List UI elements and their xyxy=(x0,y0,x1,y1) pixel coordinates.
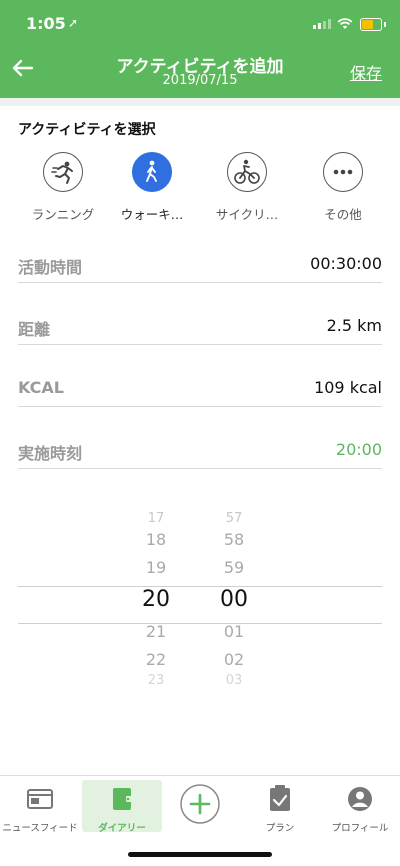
distance-value: 2.5 km xyxy=(326,316,382,335)
picker-minute: 57 xyxy=(225,511,243,526)
picker-hour: 17 xyxy=(147,511,165,526)
page-date: 2019/07/15 xyxy=(162,73,238,88)
app-header: 1:05 ➚ アクティビティを追加 2019/07/15 保存 xyxy=(0,0,400,98)
minute-wheel[interactable]: 57 58 59 00 01 02 03 xyxy=(204,512,264,688)
tab-profile-label: プロフィール xyxy=(331,823,389,834)
more-icon xyxy=(323,152,363,192)
activity-walking[interactable]: ウォーキ… xyxy=(107,152,197,223)
start-time-row[interactable]: 実施時刻 20:00 xyxy=(18,438,382,469)
picker-hour: 18 xyxy=(145,530,167,549)
diary-icon xyxy=(113,788,133,810)
tab-newsfeed-label: ニュースフィード xyxy=(2,823,78,834)
duration-row[interactable]: 活動時間 00:30:00 xyxy=(18,252,382,283)
profile-icon xyxy=(348,787,372,811)
time-picker[interactable]: 17 18 19 20 21 22 23 57 58 59 00 01 02 0… xyxy=(0,512,400,702)
wifi-icon xyxy=(337,18,353,29)
activity-cycling-label: サイクリ… xyxy=(215,207,279,222)
tab-plan[interactable]: プラン xyxy=(240,780,320,834)
distance-row[interactable]: 距離 2.5 km xyxy=(18,314,382,345)
kcal-row[interactable]: KCAL 109 kcal xyxy=(18,376,382,407)
activity-section-label: アクティビティを選択 xyxy=(18,122,156,138)
activity-other-label: その他 xyxy=(324,207,362,222)
duration-value: 00:30:00 xyxy=(310,254,382,273)
activity-running[interactable]: ランニング xyxy=(18,152,108,223)
start-time-value: 20:00 xyxy=(335,440,382,459)
picker-hour-selected: 20 xyxy=(142,587,170,612)
location-arrow-icon: ➚ xyxy=(68,16,79,30)
activity-cycling[interactable]: サイクリ… xyxy=(202,152,292,223)
tab-newsfeed[interactable]: ニュースフィード xyxy=(0,780,80,834)
duration-label: 活動時間 xyxy=(18,258,83,277)
home-indicator xyxy=(128,852,272,857)
header-divider xyxy=(0,98,400,106)
picker-minute: 58 xyxy=(223,530,245,549)
activity-walking-label: ウォーキ… xyxy=(120,207,184,222)
picker-hour: 21 xyxy=(145,622,167,641)
kcal-label: KCAL xyxy=(18,378,64,397)
tab-plan-label: プラン xyxy=(265,823,295,834)
picker-minute: 02 xyxy=(223,650,245,669)
tab-bar: ニュースフィード ダイアリー プラン プロフィール xyxy=(0,775,400,842)
hour-wheel[interactable]: 17 18 19 20 21 22 23 xyxy=(126,512,186,688)
distance-label: 距離 xyxy=(18,320,51,339)
picker-hour: 23 xyxy=(147,673,165,688)
picker-selection-band xyxy=(18,586,382,624)
tab-diary[interactable]: ダイアリー xyxy=(82,780,162,834)
picker-minute: 03 xyxy=(225,673,243,688)
picker-hour: 19 xyxy=(145,558,167,577)
tab-diary-label: ダイアリー xyxy=(98,823,146,834)
activity-other[interactable]: その他 xyxy=(298,152,388,223)
clipboard-check-icon xyxy=(270,785,290,811)
kcal-value: 109 kcal xyxy=(314,378,382,397)
cellular-signal-icon xyxy=(313,19,331,29)
newsfeed-icon xyxy=(27,789,53,809)
picker-minute: 59 xyxy=(223,558,245,577)
cycling-icon xyxy=(227,152,267,192)
start-time-label: 実施時刻 xyxy=(18,444,83,463)
status-time: 1:05 xyxy=(26,14,66,33)
status-bar: 1:05 ➚ xyxy=(0,12,400,36)
add-plus-icon xyxy=(180,784,220,824)
picker-hour: 22 xyxy=(145,650,167,669)
activity-running-label: ランニング xyxy=(31,207,95,222)
battery-icon xyxy=(360,18,386,31)
walking-icon xyxy=(132,152,172,192)
picker-minute: 01 xyxy=(223,622,245,641)
picker-minute-selected: 00 xyxy=(220,587,248,612)
save-button[interactable]: 保存 xyxy=(350,60,382,84)
running-icon xyxy=(43,152,83,192)
activity-selector: ランニング ウォーキ… サイクリ… その他 xyxy=(0,152,400,232)
add-entry-button[interactable] xyxy=(160,780,240,832)
tab-profile[interactable]: プロフィール xyxy=(320,780,400,834)
